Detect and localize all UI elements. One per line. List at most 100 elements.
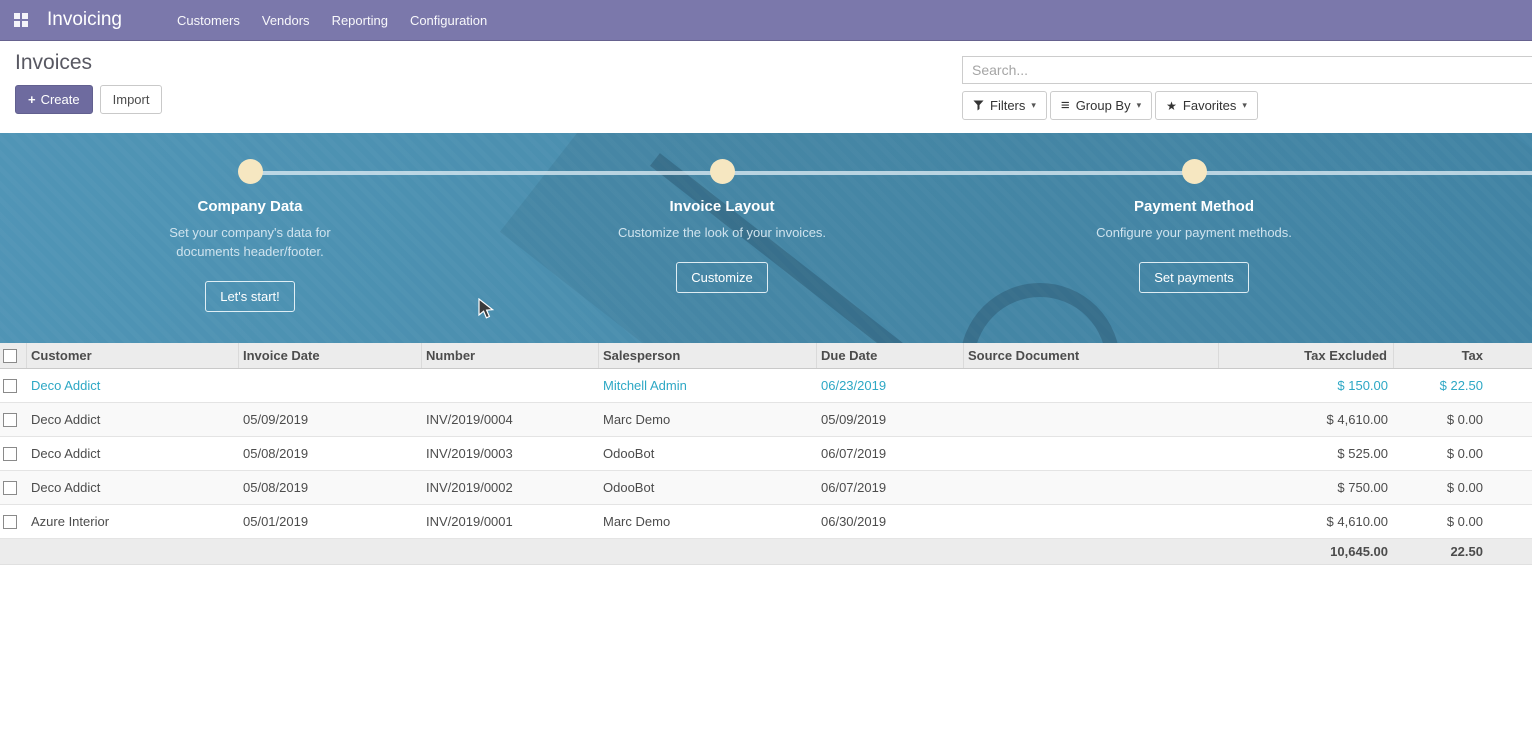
column-header-tax-excluded[interactable]: Tax Excluded <box>1219 343 1394 368</box>
cell-source-document <box>964 403 1219 436</box>
chevron-down-icon: ▾ <box>1242 100 1247 111</box>
column-header-due-date[interactable]: Due Date <box>817 343 964 368</box>
column-header-customer[interactable]: Customer <box>27 343 239 368</box>
step-title: Payment Method <box>1134 198 1254 215</box>
cell-source-document <box>964 369 1219 402</box>
row-checkbox[interactable] <box>3 379 17 393</box>
row-checkbox[interactable] <box>3 515 17 529</box>
table-totals-row: 10,645.00 22.50 <box>0 539 1532 565</box>
table-row[interactable]: Deco Addict 05/08/2019 INV/2019/0002 Odo… <box>0 471 1532 505</box>
onboarding-banner: Company Data Set your company's data for… <box>0 133 1532 343</box>
row-checkbox[interactable] <box>3 413 17 427</box>
nav-item-vendors[interactable]: Vendors <box>251 0 321 41</box>
step-title: Company Data <box>197 198 302 215</box>
lets-start-button[interactable]: Let's start! <box>205 281 295 312</box>
create-button[interactable]: + Create <box>15 85 93 114</box>
group-by-button-label: Group By <box>1076 98 1131 113</box>
plus-icon: + <box>28 92 36 107</box>
control-panel: Invoices + Create Import Filters ▾ ≡ Gro <box>0 41 1532 133</box>
cell-invoice-date: 05/08/2019 <box>239 471 422 504</box>
star-icon: ★ <box>1166 99 1177 113</box>
cell-tax: $ 22.50 <box>1394 369 1532 402</box>
column-header-invoice-date[interactable]: Invoice Date <box>239 343 422 368</box>
apps-grid-icon[interactable] <box>14 13 29 28</box>
table-header-row: Customer Invoice Date Number Salesperson… <box>0 343 1532 369</box>
invoice-list: Customer Invoice Date Number Salesperson… <box>0 343 1532 565</box>
cell-invoice-date: 05/08/2019 <box>239 437 422 470</box>
favorites-button-label: Favorites <box>1183 98 1236 113</box>
cell-due-date: 06/23/2019 <box>817 369 964 402</box>
cell-due-date: 06/07/2019 <box>817 471 964 504</box>
row-checkbox[interactable] <box>3 481 17 495</box>
cell-tax: $ 0.00 <box>1394 403 1532 436</box>
chevron-down-icon: ▾ <box>1137 100 1142 111</box>
table-row[interactable]: Deco Addict 05/09/2019 INV/2019/0004 Mar… <box>0 403 1532 437</box>
table-row[interactable]: Deco Addict 05/08/2019 INV/2019/0003 Odo… <box>0 437 1532 471</box>
favorites-button[interactable]: ★ Favorites ▾ <box>1155 91 1258 120</box>
cell-invoice-date: 05/09/2019 <box>239 403 422 436</box>
onboarding-step-payment-method: Payment Method Configure your payment me… <box>958 133 1430 343</box>
cell-source-document <box>964 471 1219 504</box>
onboarding-step-invoice-layout: Invoice Layout Customize the look of you… <box>486 133 958 343</box>
group-by-button[interactable]: ≡ Group By ▾ <box>1050 91 1152 120</box>
cell-salesperson: Marc Demo <box>599 403 817 436</box>
cell-customer: Deco Addict <box>27 471 239 504</box>
table-row[interactable]: Azure Interior 05/01/2019 INV/2019/0001 … <box>0 505 1532 539</box>
cell-salesperson: OdooBot <box>599 437 817 470</box>
onboarding-step-company-data: Company Data Set your company's data for… <box>14 133 486 343</box>
row-checkbox[interactable] <box>3 447 17 461</box>
step-dot <box>1182 159 1207 184</box>
cell-number: INV/2019/0004 <box>422 403 599 436</box>
cell-source-document <box>964 505 1219 538</box>
cell-tax-excluded: $ 150.00 <box>1219 369 1394 402</box>
cell-due-date: 06/07/2019 <box>817 437 964 470</box>
cell-tax-excluded: $ 4,610.00 <box>1219 505 1394 538</box>
filter-bar: Filters ▾ ≡ Group By ▾ ★ Favorites ▾ <box>962 91 1532 120</box>
select-all-checkbox[interactable] <box>3 349 17 363</box>
top-navbar: Invoicing Customers Vendors Reporting Co… <box>0 0 1532 41</box>
column-header-tax[interactable]: Tax <box>1394 343 1532 368</box>
total-tax: 22.50 <box>1394 539 1532 564</box>
cell-invoice-date: 05/01/2019 <box>239 505 422 538</box>
cell-salesperson: Mitchell Admin <box>599 369 817 402</box>
filter-funnel-icon <box>973 100 984 111</box>
filters-button[interactable]: Filters ▾ <box>962 91 1047 120</box>
cell-customer: Deco Addict <box>27 369 239 402</box>
cell-number: INV/2019/0003 <box>422 437 599 470</box>
step-description: Set your company's data for documents he… <box>143 223 358 261</box>
table-row[interactable]: Deco Addict Mitchell Admin 06/23/2019 $ … <box>0 369 1532 403</box>
cell-tax: $ 0.00 <box>1394 437 1532 470</box>
cell-tax-excluded: $ 750.00 <box>1219 471 1394 504</box>
cell-salesperson: OdooBot <box>599 471 817 504</box>
nav-item-configuration[interactable]: Configuration <box>399 0 498 41</box>
step-description: Configure your payment methods. <box>1087 223 1302 242</box>
search-input[interactable] <box>962 56 1532 84</box>
cell-tax-excluded: $ 4,610.00 <box>1219 403 1394 436</box>
cell-tax: $ 0.00 <box>1394 505 1532 538</box>
column-header-source-document[interactable]: Source Document <box>964 343 1219 368</box>
import-button[interactable]: Import <box>100 85 163 114</box>
column-header-salesperson[interactable]: Salesperson <box>599 343 817 368</box>
cell-due-date: 05/09/2019 <box>817 403 964 436</box>
customize-button[interactable]: Customize <box>676 262 767 293</box>
cell-tax: $ 0.00 <box>1394 471 1532 504</box>
cell-customer: Deco Addict <box>27 437 239 470</box>
chevron-down-icon: ▾ <box>1031 100 1036 111</box>
navbar-menu: Customers Vendors Reporting Configuratio… <box>166 0 498 41</box>
step-description: Customize the look of your invoices. <box>615 223 830 242</box>
cell-number: INV/2019/0002 <box>422 471 599 504</box>
cell-number <box>422 369 599 402</box>
step-dot <box>238 159 263 184</box>
cell-customer: Deco Addict <box>27 403 239 436</box>
cell-source-document <box>964 437 1219 470</box>
nav-item-reporting[interactable]: Reporting <box>321 0 399 41</box>
total-tax-excluded: 10,645.00 <box>1219 539 1394 564</box>
nav-item-customers[interactable]: Customers <box>166 0 251 41</box>
app-brand[interactable]: Invoicing <box>47 9 122 31</box>
group-by-lines-icon: ≡ <box>1061 97 1070 114</box>
column-header-number[interactable]: Number <box>422 343 599 368</box>
create-button-label: Create <box>41 92 80 107</box>
set-payments-button[interactable]: Set payments <box>1139 262 1249 293</box>
step-dot <box>710 159 735 184</box>
step-title: Invoice Layout <box>669 198 774 215</box>
